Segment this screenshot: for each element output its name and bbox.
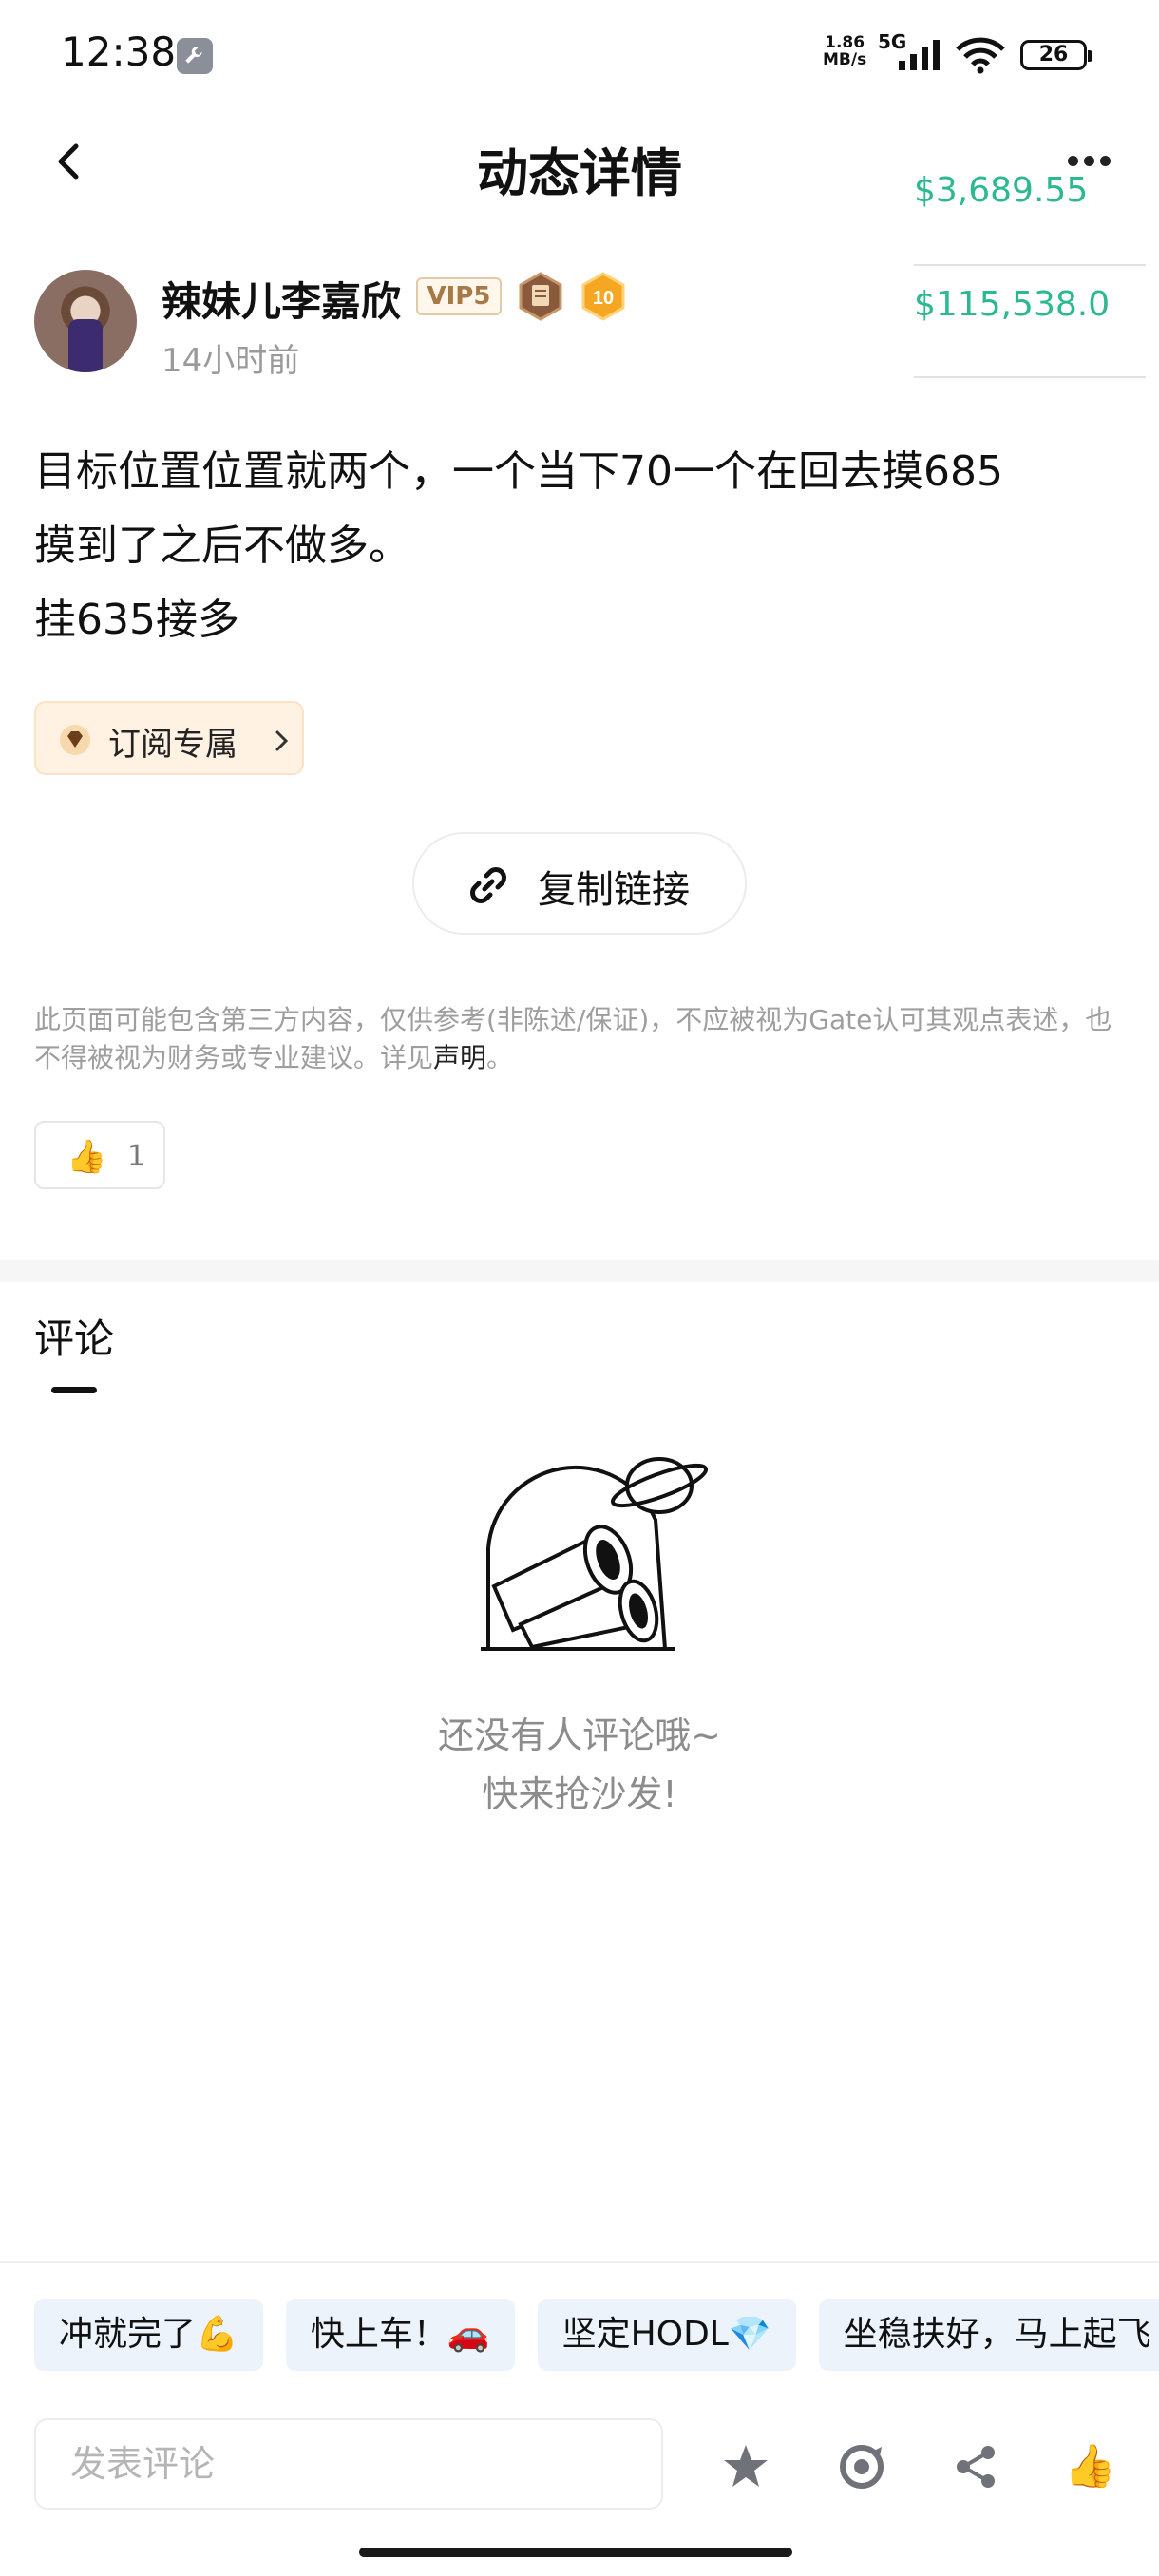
quick-reply-chip[interactable]: 冲就完了💪 bbox=[34, 2299, 263, 2371]
subscribe-tag-label: 订阅专属 bbox=[108, 726, 238, 764]
post-content-line: 挂635接多 bbox=[34, 596, 239, 644]
quick-reply-chip[interactable]: 快上车！🚗 bbox=[285, 2299, 515, 2371]
home-indicator[interactable] bbox=[359, 2548, 792, 2557]
medal-badge-icon bbox=[519, 272, 562, 321]
repost-icon[interactable] bbox=[836, 2441, 887, 2492]
chevron-right-icon bbox=[276, 730, 289, 751]
floating-price-1[interactable]: $3,689.55 bbox=[914, 171, 1088, 210]
price-divider bbox=[914, 264, 1146, 266]
more-options-icon[interactable] bbox=[1068, 152, 1121, 171]
subscribe-exclusive-tag[interactable]: 订阅专属 bbox=[34, 701, 304, 775]
copy-link-label: 复制链接 bbox=[538, 868, 690, 912]
floating-price-2[interactable]: $115,538.0 bbox=[914, 285, 1110, 324]
link-icon bbox=[470, 867, 506, 903]
status-time: 12:38 bbox=[61, 28, 177, 75]
quick-reply-divider bbox=[0, 2261, 1159, 2263]
signal-icon bbox=[899, 40, 940, 70]
quick-reply-chip[interactable]: 坐稳扶好，马上起飞 bbox=[818, 2299, 1159, 2371]
post-time: 14小时前 bbox=[162, 342, 300, 380]
battery-indicator: 26 bbox=[1020, 40, 1092, 70]
empty-comments-message: 还没有人评论哦~ 快来抢沙发! bbox=[438, 1714, 721, 1815]
level-badge-text: 10 bbox=[593, 288, 614, 309]
disclaimer: 此页面可能包含第三方内容，仅供参考(非陈述/保证)，不应被视为Gate认可其观点… bbox=[34, 1001, 1127, 1077]
thumbs-up-emoji: 👍 bbox=[66, 1138, 107, 1176]
author-name[interactable]: 辣妹儿李嘉欣 bbox=[162, 270, 401, 328]
post-content: 目标位置位置就两个，一个当下70一个在回去摸685 摸到了之后不做多。 挂635… bbox=[34, 435, 1127, 657]
network-speed: 1.86 MB/s bbox=[823, 33, 867, 69]
wrench-icon bbox=[177, 38, 213, 74]
star-icon[interactable] bbox=[720, 2441, 771, 2492]
vip-badge: VIP5 bbox=[416, 277, 502, 315]
statement-link[interactable]: 声明 bbox=[433, 1042, 486, 1073]
diamond-icon bbox=[60, 725, 90, 755]
quick-reply-chip[interactable]: 坚定HODL💎 bbox=[537, 2299, 796, 2371]
author-avatar[interactable] bbox=[34, 270, 137, 372]
section-divider bbox=[0, 1260, 1159, 1282]
like-button[interactable]: 👍 1 bbox=[34, 1121, 165, 1189]
status-bar: 12:38 1.86 MB/s 5G 26 bbox=[0, 0, 1159, 104]
thumbs-up-icon[interactable]: 👍 bbox=[1064, 2441, 1116, 2492]
level-badge: 10 bbox=[580, 272, 627, 321]
tab-underline bbox=[51, 1387, 97, 1393]
copy-link-button[interactable]: 复制链接 bbox=[412, 832, 747, 935]
share-icon[interactable] bbox=[950, 2441, 1001, 2492]
binoculars-illustration bbox=[481, 1457, 709, 1651]
comment-input[interactable]: 发表评论 bbox=[34, 2418, 663, 2510]
post-content-line: 摸到了之后不做多。 bbox=[34, 521, 410, 570]
post-content-line: 目标位置位置就两个，一个当下70一个在回去摸685 bbox=[34, 447, 1003, 496]
price-divider bbox=[914, 376, 1146, 378]
like-count: 1 bbox=[127, 1140, 146, 1173]
tab-comments[interactable]: 评论 bbox=[34, 1307, 114, 1365]
disclaimer-end: 。 bbox=[486, 1042, 514, 1073]
quick-reply-row: 冲就完了💪 快上车！🚗 坚定HODL💎 坐稳扶好，马上起飞 bbox=[34, 2299, 1159, 2371]
wifi-icon bbox=[956, 37, 1005, 74]
disclaimer-text: 此页面可能包含第三方内容，仅供参考(非陈述/保证)，不应被视为Gate认可其观点… bbox=[34, 1004, 1112, 1073]
